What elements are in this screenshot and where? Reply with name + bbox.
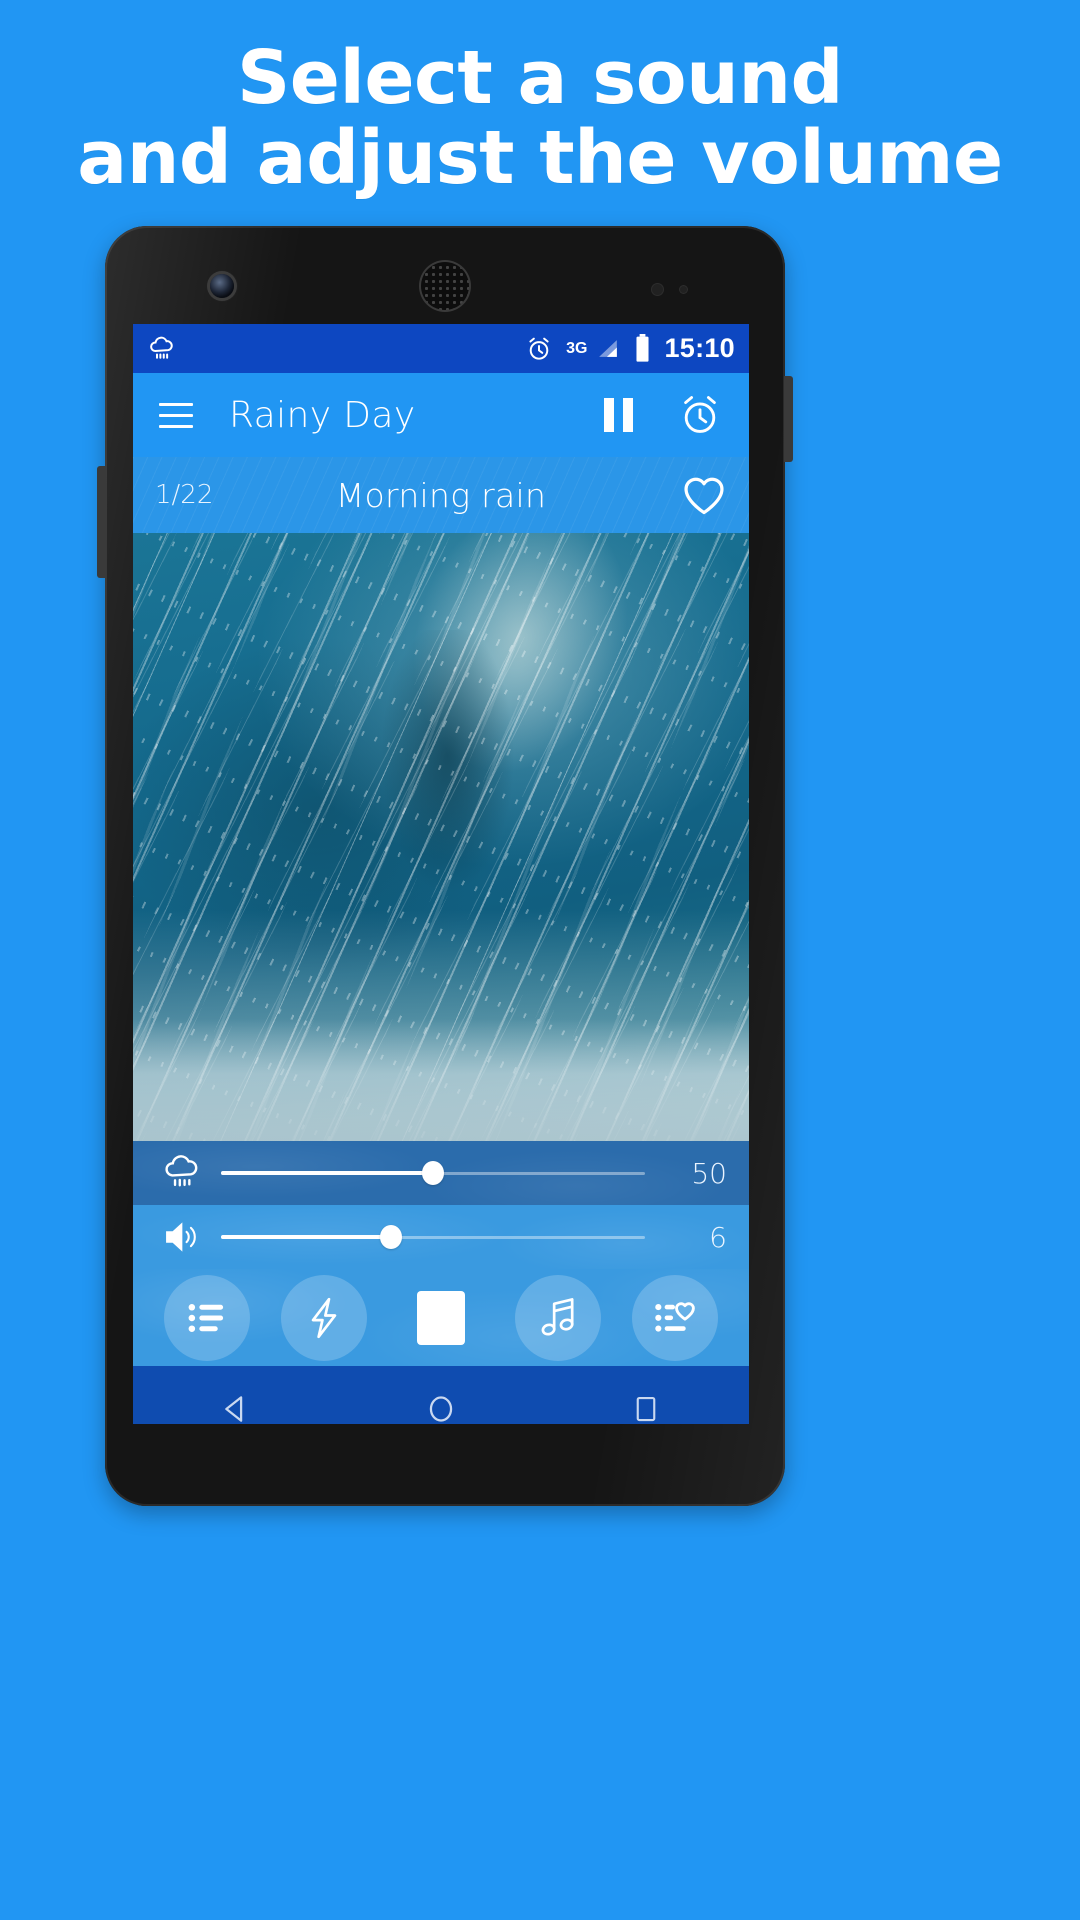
android-navigation-bar [133,1366,749,1424]
earpiece-speaker-icon [421,262,469,310]
alarm-clock-icon[interactable] [677,392,723,438]
sound-slider-thumb[interactable] [422,1161,444,1185]
front-camera-icon [210,274,234,298]
favorites-list-button[interactable] [631,1274,718,1361]
sound-list-button[interactable] [164,1274,251,1361]
promo-headline-line2: and adjust the volume [77,115,1003,201]
track-name: Morning rain [335,475,547,515]
list-heart-icon [652,1295,698,1341]
master-volume-slider[interactable] [221,1224,645,1250]
favorite-button[interactable] [607,474,727,516]
nav-back-button[interactable] [176,1366,296,1424]
speaker-volume-icon [155,1216,209,1258]
app-bar: Rainy Day [133,373,749,457]
volume-slider-fill [221,1235,391,1239]
nav-home-button[interactable] [381,1366,501,1424]
sound-slider-fill [221,1171,433,1175]
sound-artwork-image[interactable] [133,533,749,1141]
heart-outline-icon [681,474,727,516]
sound-volume-slider-row: 50 [133,1141,749,1205]
track-info-bar: 1/22 Morning rain [133,457,749,533]
status-bar-clock: 15:10 [664,333,735,363]
master-volume-slider-row: 6 [133,1205,749,1269]
nav-recents-button[interactable] [586,1366,706,1424]
music-button[interactable] [514,1274,601,1361]
home-circle-icon [424,1392,458,1424]
music-note-icon [535,1295,581,1341]
rain-cloud-icon [155,1151,209,1195]
promo-headline: Select a sound and adjust the volume [0,38,1080,198]
app-title: Rainy Day [229,394,416,436]
ambient-light-sensor-icon [680,286,687,293]
power-button[interactable] [784,376,793,462]
battery-full-icon [634,334,651,363]
phone-screen: 3G 15:10 Rainy Day 1/22 Morning rain 50 … [133,324,749,1424]
list-icon [184,1295,230,1341]
effects-button[interactable] [281,1274,368,1361]
rain-cloud-notification-icon [147,334,177,364]
sound-volume-slider[interactable] [221,1160,645,1186]
status-bar: 3G 15:10 [133,324,749,373]
pause-icon[interactable] [604,398,633,432]
back-triangle-icon [219,1392,253,1424]
network-type-label: 3G [566,339,588,357]
master-volume-value: 6 [709,1220,727,1254]
promo-headline-line1: Select a sound [237,35,843,121]
signal-bars-icon [596,336,621,361]
action-button-bar [133,1269,749,1366]
recents-square-icon [631,1394,661,1424]
hamburger-menu-icon[interactable] [159,402,193,428]
lightning-bolt-icon [301,1295,347,1341]
alarm-clock-icon [525,335,553,363]
stop-square-icon [416,1290,465,1345]
volume-rocker-button[interactable] [97,466,106,578]
phone-device-frame: 3G 15:10 Rainy Day 1/22 Morning rain 50 … [97,226,793,1506]
track-index: 1/22 [155,480,214,510]
stop-button[interactable] [398,1275,484,1361]
proximity-sensor-icon [652,284,663,295]
volume-slider-thumb[interactable] [379,1225,402,1249]
promo-screenshot: Select a sound and adjust the volume 3G … [0,0,1080,1920]
sound-volume-value: 50 [691,1156,727,1190]
artwork-ground-haze [133,1019,749,1141]
